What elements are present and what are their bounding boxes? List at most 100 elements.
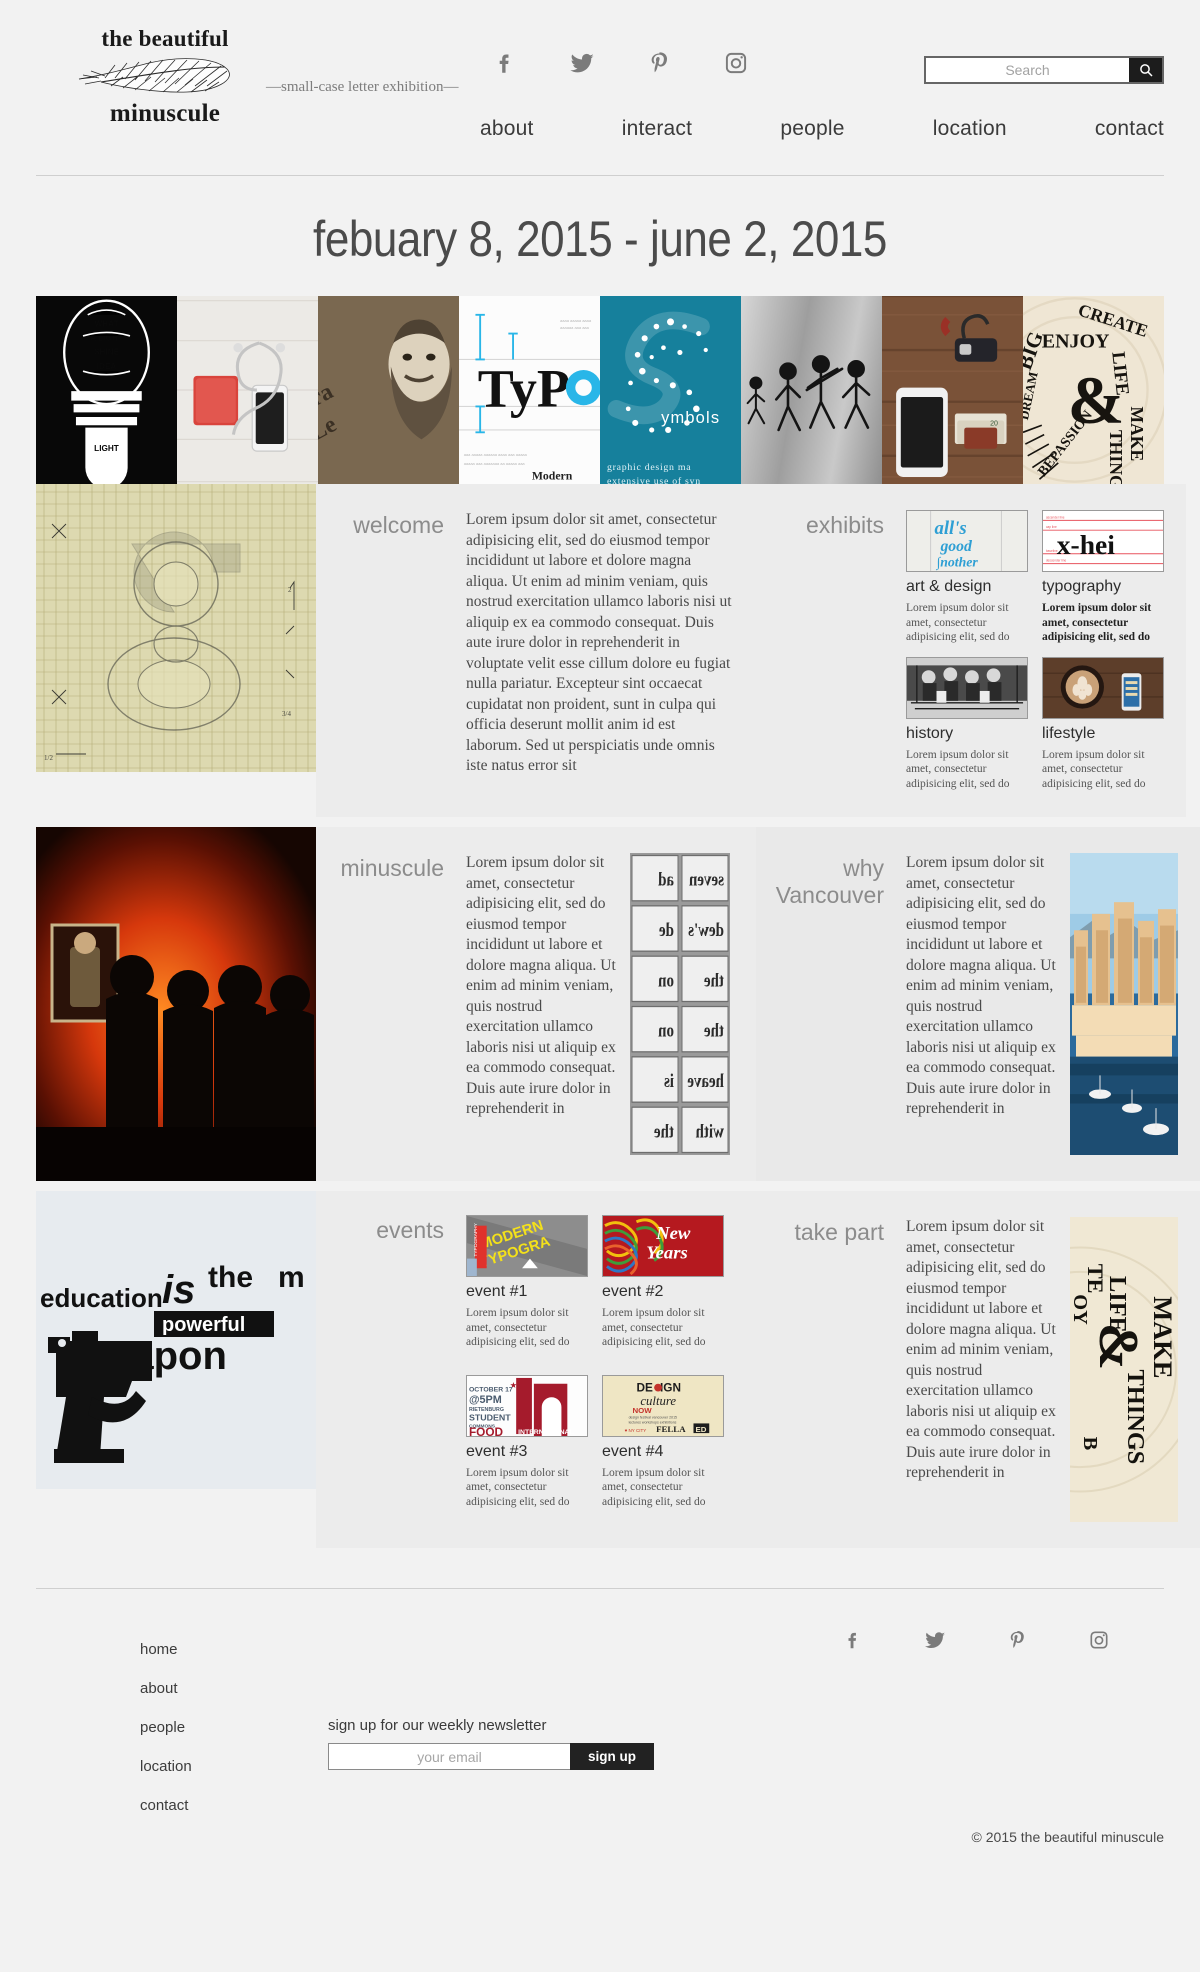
- page-title: febuary 8, 2015 - june 2, 2015: [313, 211, 887, 267]
- svg-text:@5PM: @5PM: [469, 1394, 502, 1406]
- svg-text:the: the: [654, 1121, 674, 1142]
- exhibit-desc: Lorem ipsum dolor sit amet, consectetur …: [906, 748, 1010, 790]
- footer-link-about[interactable]: about: [140, 1680, 192, 1697]
- svg-text:DE: DE: [636, 1381, 653, 1394]
- svg-text:THINGS: THINGS: [1122, 1370, 1149, 1465]
- gallery-silhouettes-image[interactable]: [36, 827, 316, 1181]
- headphones-notebook-tile[interactable]: [177, 296, 318, 484]
- svg-text:graphic design ma: graphic design ma: [607, 462, 691, 473]
- letterpress-portrait-tile[interactable]: TygraLe: [318, 296, 459, 484]
- nav-item-contact[interactable]: contact: [1095, 117, 1164, 141]
- take-part-text: Lorem ipsum dolor sit amet, consectetur …: [906, 1218, 1056, 1481]
- make-things-ampersand-image[interactable]: TE OY LIFE MAKE THINGS B &: [1070, 1217, 1178, 1522]
- signup-button[interactable]: sign up: [570, 1743, 654, 1770]
- brand-tagline: —small-case letter exhibition—: [266, 79, 459, 95]
- site-footer: home about people location contact sign …: [0, 1589, 1200, 1869]
- footer-link-home[interactable]: home: [140, 1641, 192, 1658]
- twitter-icon[interactable]: [567, 48, 597, 78]
- svg-text:&: &: [1087, 1323, 1148, 1370]
- email-field[interactable]: [328, 1743, 570, 1770]
- event-title: event #2: [602, 1283, 664, 1300]
- svg-text:Years: Years: [646, 1243, 687, 1264]
- letterform-blueprint-image[interactable]: 1/2 2 3/4: [36, 484, 316, 772]
- site-logo[interactable]: the beautiful minuscule: [60, 26, 270, 128]
- evolution-figures-tile[interactable]: [741, 296, 882, 484]
- typo-anatomy-tile[interactable]: TyP aaaa aaaaa aaaa aaaaaa aaa aaa aaa aa…: [459, 296, 600, 484]
- exhibit-title: lifestyle: [1042, 724, 1096, 742]
- hero-image-strip: WHAT A LIGHT SHINE IDEA LIGHT gra Le TyP…: [36, 296, 1164, 484]
- event-card-2[interactable]: New Years event #2 Lorem ipsum dolor sit …: [602, 1215, 724, 1363]
- welcome-label: welcome: [353, 512, 444, 538]
- content-grid: 1/2 2 3/4 welcome Lorem ipsum dolor sit am…: [36, 484, 1200, 1548]
- svg-text:TYPOGRAPHY: TYPOGRAPHY: [473, 1222, 479, 1256]
- create-enjoy-life-tile[interactable]: CREATE ENJOY LIFE BIG MAKE THINGS BEPASS…: [1023, 296, 1164, 484]
- event-desc: Lorem ipsum dolor sit amet, consectetur …: [602, 1307, 706, 1348]
- modern-typography-poster-thumb: MODERN TYPOGRA TYPOGRAPHY: [466, 1215, 588, 1277]
- svg-text:THINGS: THINGS: [1106, 430, 1126, 484]
- keys-phone-wood-tile[interactable]: 20: [882, 296, 1023, 484]
- pinterest-icon[interactable]: [644, 48, 674, 78]
- svg-text:on: on: [658, 1020, 674, 1041]
- svg-text:OY: OY: [1070, 1294, 1091, 1325]
- instagram-icon[interactable]: [1084, 1625, 1114, 1655]
- footer-link-contact[interactable]: contact: [140, 1797, 192, 1814]
- event-desc: Lorem ipsum dolor sit amet, consectetur …: [466, 1466, 570, 1508]
- event-card-1[interactable]: MODERN TYPOGRA TYPOGRAPHY event #1 Lorem …: [466, 1215, 588, 1363]
- exhibit-card-lifestyle[interactable]: lifestyle Lorem ipsum dolor sit amet, co…: [1042, 656, 1164, 792]
- newsletter-label: sign up for our weekly newsletter: [328, 1717, 547, 1734]
- svg-text:NOW: NOW: [633, 1405, 653, 1414]
- svg-text:aaa aaaaa aaaaaa aaaa aaa aaaa: aaa aaaaa aaaaaa aaaa aaa aaaaa: [464, 452, 528, 457]
- svg-text:LIGHT: LIGHT: [94, 444, 119, 453]
- header-social-links: [490, 48, 751, 78]
- instagram-icon[interactable]: [721, 48, 751, 78]
- svg-text:is: is: [664, 1070, 674, 1091]
- exhibit-card-history[interactable]: history Lorem ipsum dolor sit amet, cons…: [906, 656, 1028, 792]
- row-events-takepart: education is the m powerful weapon event…: [36, 1191, 1200, 1548]
- minuscule-body: minuscule Lorem ipsum dolor sit amet, co…: [316, 827, 756, 1181]
- twitter-icon[interactable]: [920, 1625, 950, 1655]
- svg-text:the: the: [208, 1261, 253, 1294]
- food-international-night-thumb: ★ OCTOBER 17 @5PM RIETENBURG STUDENT COM…: [466, 1374, 588, 1437]
- symbols-poster-tile[interactable]: ymbols graphic design ma extensive use o…: [600, 296, 741, 484]
- education-weapon-poster-image[interactable]: education is the m powerful weapon: [36, 1191, 316, 1489]
- pinterest-icon[interactable]: [1002, 1625, 1032, 1655]
- svg-text:MAKE: MAKE: [1127, 406, 1147, 461]
- nav-item-location[interactable]: location: [933, 117, 1007, 141]
- metal-type-blocks-image[interactable]: seven ad dew's de the on the on heave is with…: [630, 853, 730, 1155]
- svg-text:m: m: [278, 1261, 305, 1294]
- event-card-3[interactable]: ★ OCTOBER 17 @5PM RIETENBURG STUDENT COM…: [466, 1374, 588, 1523]
- vancouver-skyline-image[interactable]: [1070, 853, 1178, 1155]
- footer-link-people[interactable]: people: [140, 1719, 192, 1736]
- minuscule-section: minuscule Lorem ipsum dolor sit amet, co…: [36, 827, 756, 1181]
- row-minuscule-vancouver: minuscule Lorem ipsum dolor sit amet, co…: [36, 827, 1200, 1181]
- svg-text:dew's: dew's: [688, 919, 724, 940]
- nav-item-people[interactable]: people: [780, 117, 844, 141]
- newsletter-signup: sign up for our weekly newsletter sign u…: [328, 1717, 654, 1770]
- footer-links: home about people location contact: [140, 1641, 192, 1814]
- svg-text:is: is: [162, 1268, 195, 1312]
- svg-text:OCTOBER 17: OCTOBER 17: [469, 1386, 513, 1393]
- exhibit-card-art-design[interactable]: all's good ∫nother art & design Lorem ip…: [906, 510, 1028, 645]
- event-desc: Lorem ipsum dolor sit amet, consectetur …: [602, 1466, 706, 1508]
- footer-link-location[interactable]: location: [140, 1758, 192, 1775]
- nav-item-interact[interactable]: interact: [622, 117, 692, 141]
- welcome-text: Lorem ipsum dolor sit amet, consectetur …: [466, 511, 732, 774]
- event-card-4[interactable]: DE IGN culture NOW design festival vancou…: [602, 1374, 724, 1523]
- printing-press-engraving-thumb: [906, 656, 1028, 719]
- svg-text:cap line: cap line: [1046, 525, 1057, 529]
- search-button[interactable]: [1129, 58, 1162, 82]
- facebook-icon[interactable]: [838, 1625, 868, 1655]
- svg-text:education: education: [40, 1283, 163, 1313]
- svg-text:ascender line: ascender line: [1046, 515, 1065, 519]
- svg-text:seven: seven: [689, 869, 724, 890]
- exhibit-card-typography[interactable]: ascender line cap line baseline descender l…: [1042, 510, 1164, 645]
- newsletter-form: sign up: [328, 1743, 654, 1770]
- nav-item-about[interactable]: about: [480, 117, 534, 141]
- take-part-section: take part Lorem ipsum dolor sit amet, co…: [756, 1191, 1200, 1548]
- search-input[interactable]: [926, 58, 1129, 82]
- lightbulb-typography-tile[interactable]: WHAT A LIGHT SHINE IDEA LIGHT: [36, 296, 177, 484]
- svg-text:all's: all's: [935, 518, 967, 539]
- svg-text:heave: heave: [687, 1070, 724, 1091]
- facebook-icon[interactable]: [490, 48, 520, 78]
- exhibit-title: history: [906, 724, 954, 742]
